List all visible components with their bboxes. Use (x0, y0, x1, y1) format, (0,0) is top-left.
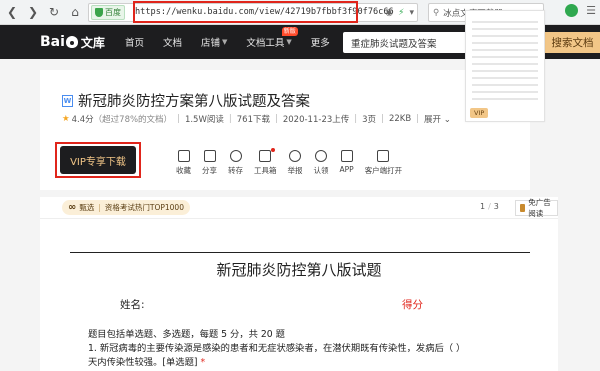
reader-toolbar: ∞ 甄选 | 资格考试热门TOP1000 1/3 免广告阅读 (40, 197, 558, 219)
thumb-vip-tag: VIP (470, 108, 489, 118)
site-badge-label: 百度 (105, 8, 121, 17)
rating-note: （超过78%的文档） (93, 115, 173, 125)
logo-text: Bai (40, 34, 65, 50)
ad-free-button[interactable]: 免广告阅读 (515, 198, 558, 218)
doc-thumbnail[interactable]: VIP (465, 10, 545, 122)
action-toolbox[interactable]: 工具箱 (254, 150, 277, 176)
nav-docs[interactable]: 文档 (163, 35, 182, 49)
name-label: 姓名: (120, 299, 145, 311)
recommend-pill[interactable]: ∞ 甄选 | 资格考试热门TOP1000 (62, 200, 190, 215)
upload-date: 2020-11-23上传 (282, 115, 350, 125)
action-save[interactable]: 转存 (228, 150, 243, 176)
nav-more[interactable]: 更多 (311, 35, 330, 49)
extension-icon[interactable]: ◉ (385, 8, 393, 18)
infinity-icon: ∞ (68, 202, 77, 213)
paw-icon (65, 36, 78, 48)
desktop-icon (377, 150, 390, 162)
share-icon (203, 150, 216, 162)
report-icon (289, 150, 301, 162)
refresh-icon[interactable]: ↻ (45, 3, 63, 21)
search-doc-button[interactable]: 搜索文档 (545, 32, 600, 53)
star-icon (177, 150, 190, 162)
save-icon (229, 150, 242, 162)
dropdown-icon[interactable]: ▾ (409, 8, 414, 18)
action-claim[interactable]: 认领 (314, 150, 329, 176)
action-app[interactable]: APP (340, 150, 354, 176)
profile-icon[interactable] (565, 4, 579, 17)
header-rule (70, 252, 530, 253)
page-count: 3页 (362, 115, 377, 125)
rec-label: 甄选 (79, 203, 95, 212)
intro-text: 题目包括单选题、多选题，每题 5 分，共 20 题 (88, 329, 285, 340)
shield-icon (95, 8, 103, 17)
action-open-client[interactable]: 客户端打开 (365, 150, 402, 176)
search-icon: ⚲ (433, 7, 440, 18)
page-indicator: 1/3 (480, 202, 499, 211)
word-doc-icon: W (62, 94, 73, 107)
question-1-line-1: 1. 新冠病毒的主要传染源是感染的患者和无症状感染者，在潜伏期既有传染性，发病后… (88, 343, 466, 354)
home-icon[interactable]: ⌂ (66, 3, 84, 21)
read-count: 1.5W阅读 (184, 115, 224, 125)
document-page: 新冠肺炎防控第八版试题 姓名: 得分 题目包括单选题、多选题，每题 5 分，共 … (40, 219, 558, 371)
doc-title: 新冠肺炎防控方案第八版试题及答案 (78, 94, 310, 110)
required-mark: * (200, 357, 206, 368)
site-badge[interactable]: 百度 (91, 5, 125, 20)
doc-meta: ★ 4.4分 （超过78%的文档） | 1.5W阅读 | 761下载 | 202… (62, 113, 451, 125)
action-favorite[interactable]: 收藏 (176, 150, 191, 176)
score-label: 得分 (402, 299, 423, 311)
book-icon (520, 204, 526, 212)
toolbox-icon (259, 150, 272, 162)
page-total: 3 (493, 202, 499, 211)
main-nav: 首页 文档 店铺 ▼ 文档工具 ▼ 新版 更多 (125, 27, 349, 49)
doc-actions: 收藏 分享 转存 工具箱 举报 认领 APP 客户端打开 (176, 150, 413, 176)
logo-suffix: 文库 (80, 35, 105, 50)
download-count: 761下载 (236, 115, 270, 125)
action-report[interactable]: 举报 (288, 150, 303, 176)
page-current[interactable]: 1 (480, 202, 485, 211)
chevron-down-icon: ▼ (286, 38, 292, 46)
back-icon[interactable]: ❮ (3, 3, 21, 21)
forward-icon[interactable]: ❯ (24, 3, 42, 21)
vip-download-button[interactable]: VIP专享下载 (60, 146, 136, 174)
rating-star-icon: ★ (62, 114, 70, 124)
nav-doc-tools[interactable]: 文档工具 ▼ 新版 (246, 27, 298, 49)
url-highlight-box (133, 1, 358, 23)
chevron-down-icon: ⌄ (443, 115, 451, 125)
doc-info-panel: W 新冠肺炎防控方案第八版试题及答案 ★ 4.4分 （超过78%的文档） | 1… (40, 70, 530, 190)
nav-store[interactable]: 店铺 ▼ (201, 35, 227, 49)
rec-text: 资格考试热门TOP1000 (104, 203, 184, 212)
menu-icon[interactable]: ☰ (586, 4, 596, 17)
nav-home[interactable]: 首页 (125, 35, 144, 49)
action-share[interactable]: 分享 (202, 150, 217, 176)
page-heading: 新冠肺炎防控第八版试题 (216, 261, 382, 279)
question-1-line-2: 天内传染性较强。[单选题] * (88, 357, 206, 368)
phone-icon (340, 150, 353, 162)
lightning-icon[interactable]: ⚡ (398, 8, 404, 18)
claim-icon (315, 150, 327, 162)
file-size: 22KB (388, 114, 412, 124)
chevron-down-icon: ▼ (221, 38, 228, 46)
rating: 4.4分 (71, 115, 94, 125)
baidu-logo[interactable]: Bai 文库 (40, 34, 105, 51)
expand-link[interactable]: 展开 ⌄ (424, 113, 451, 125)
new-badge: 新版 (281, 27, 298, 36)
